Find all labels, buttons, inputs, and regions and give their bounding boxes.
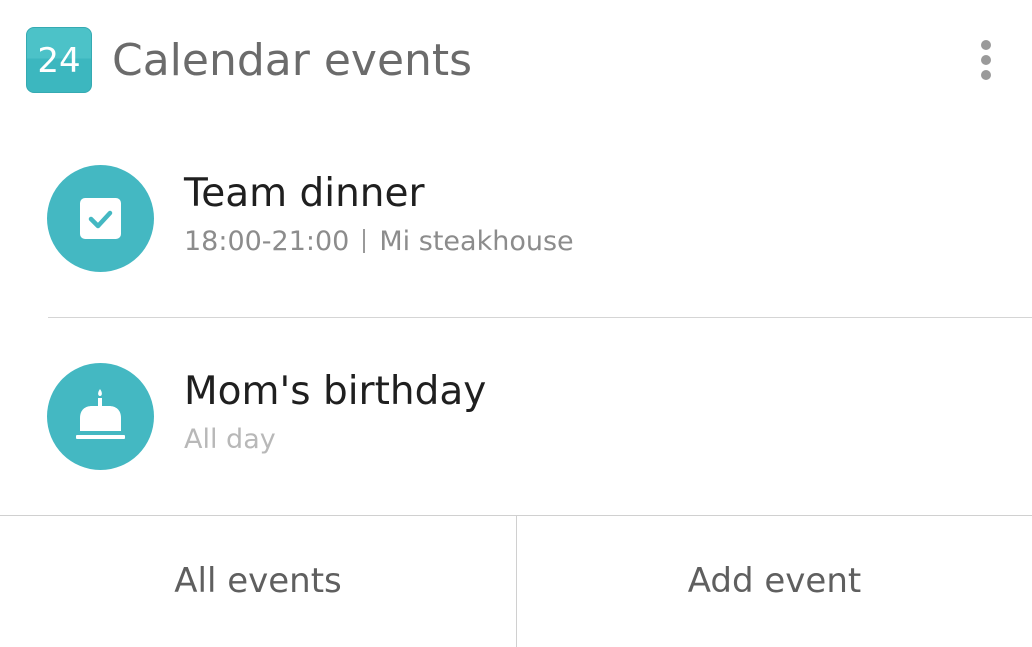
event-time: 18:00-21:00 (184, 226, 350, 257)
event-item-moms-birthday[interactable]: Mom's birthday All day (0, 318, 1032, 516)
widget-header: 24 Calendar events (0, 0, 1032, 122)
more-options-button[interactable] (966, 36, 1006, 84)
all-events-button[interactable]: All events (0, 516, 516, 647)
separator (363, 229, 366, 253)
event-type-badge (47, 363, 154, 470)
event-type-badge (47, 165, 154, 272)
widget-footer: All events Add event (0, 515, 1032, 647)
more-vertical-icon (981, 40, 991, 50)
more-vertical-icon-dot-2 (981, 55, 991, 65)
more-vertical-icon-dot-3 (981, 70, 991, 80)
event-location: Mi steakhouse (379, 226, 574, 257)
event-details: 18:00-21:00 Mi steakhouse (184, 224, 574, 260)
event-title: Mom's birthday (184, 369, 487, 414)
birthday-cake-icon (76, 389, 125, 439)
checkbox-icon (80, 198, 121, 239)
calendar-app-icon[interactable]: 24 (26, 27, 92, 93)
event-time: All day (184, 424, 276, 455)
event-title: Team dinner (184, 171, 425, 216)
add-event-button[interactable]: Add event (517, 516, 1032, 647)
event-item-team-dinner[interactable]: Team dinner 18:00-21:00 Mi steakhouse (0, 120, 1032, 318)
widget-title: Calendar events (112, 35, 473, 86)
